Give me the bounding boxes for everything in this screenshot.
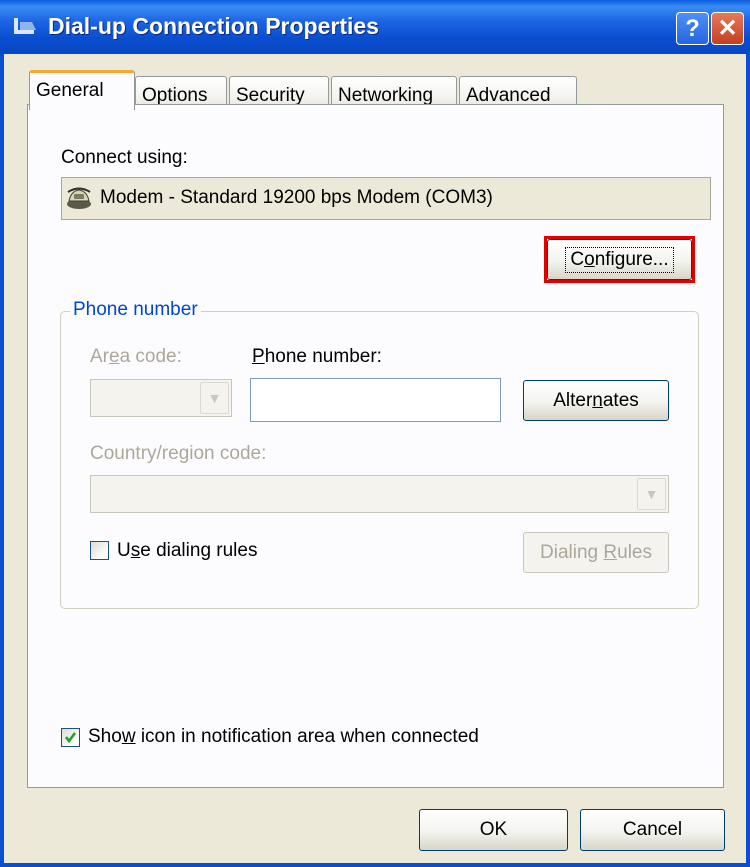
- phone-number-label: Phone number:: [252, 346, 382, 367]
- configure-highlight-box: [544, 236, 695, 283]
- tab-general[interactable]: General: [29, 70, 135, 110]
- close-button[interactable]: ✕: [711, 12, 744, 45]
- tab-label: Options: [142, 85, 208, 106]
- tab-label: Security: [236, 85, 305, 106]
- dialing-rules-button-label: Dialing Rules: [540, 541, 652, 563]
- dial-up-connection-icon: [14, 18, 36, 34]
- tab-label: General: [36, 80, 104, 101]
- alternates-button-label: Alternates: [553, 389, 639, 411]
- alternates-button[interactable]: Alternates: [523, 380, 669, 421]
- help-icon: ?: [685, 14, 700, 42]
- ok-button-label: OK: [479, 819, 508, 840]
- checkmark-icon: [64, 732, 77, 744]
- country-region-label: Country/region code:: [90, 443, 267, 464]
- help-button[interactable]: ?: [676, 12, 709, 45]
- tab-label: Networking: [338, 85, 434, 106]
- show-icon-label[interactable]: Show icon in notification area when conn…: [88, 726, 479, 748]
- window-title: Dial-up Connection Properties: [48, 13, 379, 39]
- close-icon: ✕: [717, 15, 738, 42]
- phone-number-input[interactable]: [250, 378, 501, 422]
- device-name: Modem - Standard 19200 bps Modem (COM3): [100, 187, 493, 208]
- connect-using-label: Connect using:: [61, 147, 188, 168]
- area-code-label: Area code:: [90, 346, 182, 367]
- dialing-rules-button[interactable]: Dialing Rules: [523, 532, 669, 573]
- chevron-down-icon: ▼: [200, 382, 229, 414]
- area-code-dropdown[interactable]: ▼: [90, 379, 232, 417]
- use-dialing-rules-label[interactable]: Use dialing rules: [117, 540, 257, 562]
- ok-button[interactable]: OK: [419, 809, 568, 851]
- show-icon-checkbox[interactable]: [61, 728, 80, 747]
- title-bar[interactable]: Dial-up Connection Properties ? ✕: [0, 0, 750, 54]
- device-list[interactable]: Modem - Standard 19200 bps Modem (COM3): [61, 177, 711, 220]
- country-region-dropdown[interactable]: ▼: [90, 475, 669, 513]
- dialog-window: Dial-up Connection Properties ? ✕ Genera…: [0, 0, 750, 867]
- tab-label: Advanced: [466, 85, 551, 106]
- phone-number-group-title: Phone number: [70, 299, 201, 321]
- modem-icon: [67, 187, 91, 209]
- chevron-down-icon: ▼: [637, 478, 666, 510]
- cancel-button-label: Cancel: [622, 819, 683, 840]
- cancel-button[interactable]: Cancel: [580, 809, 725, 851]
- use-dialing-rules-checkbox[interactable]: [90, 541, 109, 560]
